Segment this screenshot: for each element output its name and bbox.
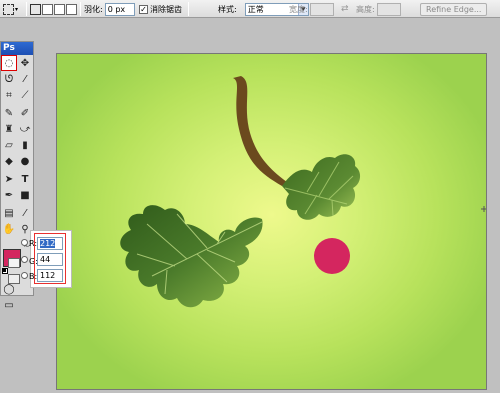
stem xyxy=(233,76,287,186)
feather-label: 羽化: xyxy=(84,4,103,14)
height-label: 高度: xyxy=(356,4,375,14)
subtract-from-selection-icon[interactable] xyxy=(54,3,65,15)
magic-wand-tool-icon[interactable]: ⁄ xyxy=(17,71,33,87)
gradient-tool-icon[interactable]: ▮ xyxy=(17,137,33,153)
antialias-checkbox[interactable]: ✓ xyxy=(139,4,148,14)
rgb-values-highlight: 212 44 112 xyxy=(34,233,66,284)
height-input[interactable] xyxy=(376,2,401,16)
eyedropper-tool-icon[interactable]: ⁄ xyxy=(17,205,33,221)
crop-tool-icon[interactable]: ⌗ xyxy=(1,87,17,103)
intersect-selection-icon[interactable] xyxy=(66,3,77,15)
b-radio[interactable] xyxy=(21,272,28,279)
artwork xyxy=(120,76,486,308)
path-selection-tool-icon[interactable]: ➤ xyxy=(1,171,17,187)
b-value-field[interactable]: 112 xyxy=(37,269,63,282)
new-selection-icon[interactable] xyxy=(30,3,41,15)
dodge-tool-icon[interactable]: ● xyxy=(17,153,33,169)
type-tool-icon[interactable]: T xyxy=(17,171,33,187)
document-canvas[interactable] xyxy=(56,53,487,390)
r-radio[interactable] xyxy=(21,239,28,246)
blur-tool-icon[interactable]: ◆ xyxy=(1,153,17,169)
notes-tool-icon[interactable]: ▤ xyxy=(1,205,17,221)
brush-tool-icon[interactable]: ✐ xyxy=(17,105,33,121)
lasso-tool-icon[interactable]: ᘎ xyxy=(1,71,17,87)
clone-stamp-tool-icon[interactable]: ♜ xyxy=(1,121,17,137)
r-value-field[interactable]: 212 xyxy=(37,237,63,250)
hand-tool-icon[interactable]: ✋ xyxy=(1,221,17,237)
healing-brush-tool-icon[interactable]: ✎ xyxy=(1,105,17,121)
screen-mode-icon[interactable]: ▭ xyxy=(1,297,17,313)
feather-input[interactable]: 0 px xyxy=(104,2,135,16)
eraser-tool-icon[interactable]: ▱ xyxy=(1,137,17,153)
ps-logo: Ps xyxy=(1,42,33,55)
g-radio[interactable] xyxy=(21,256,28,263)
width-input[interactable] xyxy=(309,2,334,16)
width-label: 宽度: xyxy=(289,4,308,14)
history-brush-tool-icon[interactable]: ⤻ xyxy=(17,121,33,137)
web-color-icon[interactable] xyxy=(8,258,20,268)
r-value: 212 xyxy=(40,239,56,248)
swap-dimensions-icon[interactable]: ⇄ xyxy=(341,2,349,16)
g-value-field[interactable]: 44 xyxy=(37,253,63,266)
small-leaf xyxy=(282,154,361,220)
pen-tool-icon[interactable]: ✒ xyxy=(1,187,17,203)
elliptical-marquee-tool-icon[interactable]: ◌ xyxy=(1,55,17,71)
berry xyxy=(314,238,350,274)
move-tool-icon[interactable]: ✥ xyxy=(17,55,33,71)
marquee-tool-preset-icon[interactable]: ▾ xyxy=(3,2,18,16)
color-cube-icon[interactable] xyxy=(8,274,20,284)
add-to-selection-icon[interactable] xyxy=(42,3,53,15)
shape-tool-icon[interactable]: ■ xyxy=(17,187,33,203)
options-bar: ▾ 羽化: 0 px ✓ 消除锯齿 样式: 正常 ▼ 宽度: ⇄ 高度: Ref… xyxy=(0,0,500,18)
style-label: 样式: xyxy=(218,4,237,14)
slice-tool-icon[interactable]: ⟋ xyxy=(17,87,33,103)
antialias-label: 消除锯齿 xyxy=(150,4,182,14)
style-select-value: 正常 xyxy=(247,4,264,14)
refine-edge-button[interactable]: Refine Edge... xyxy=(420,2,488,16)
